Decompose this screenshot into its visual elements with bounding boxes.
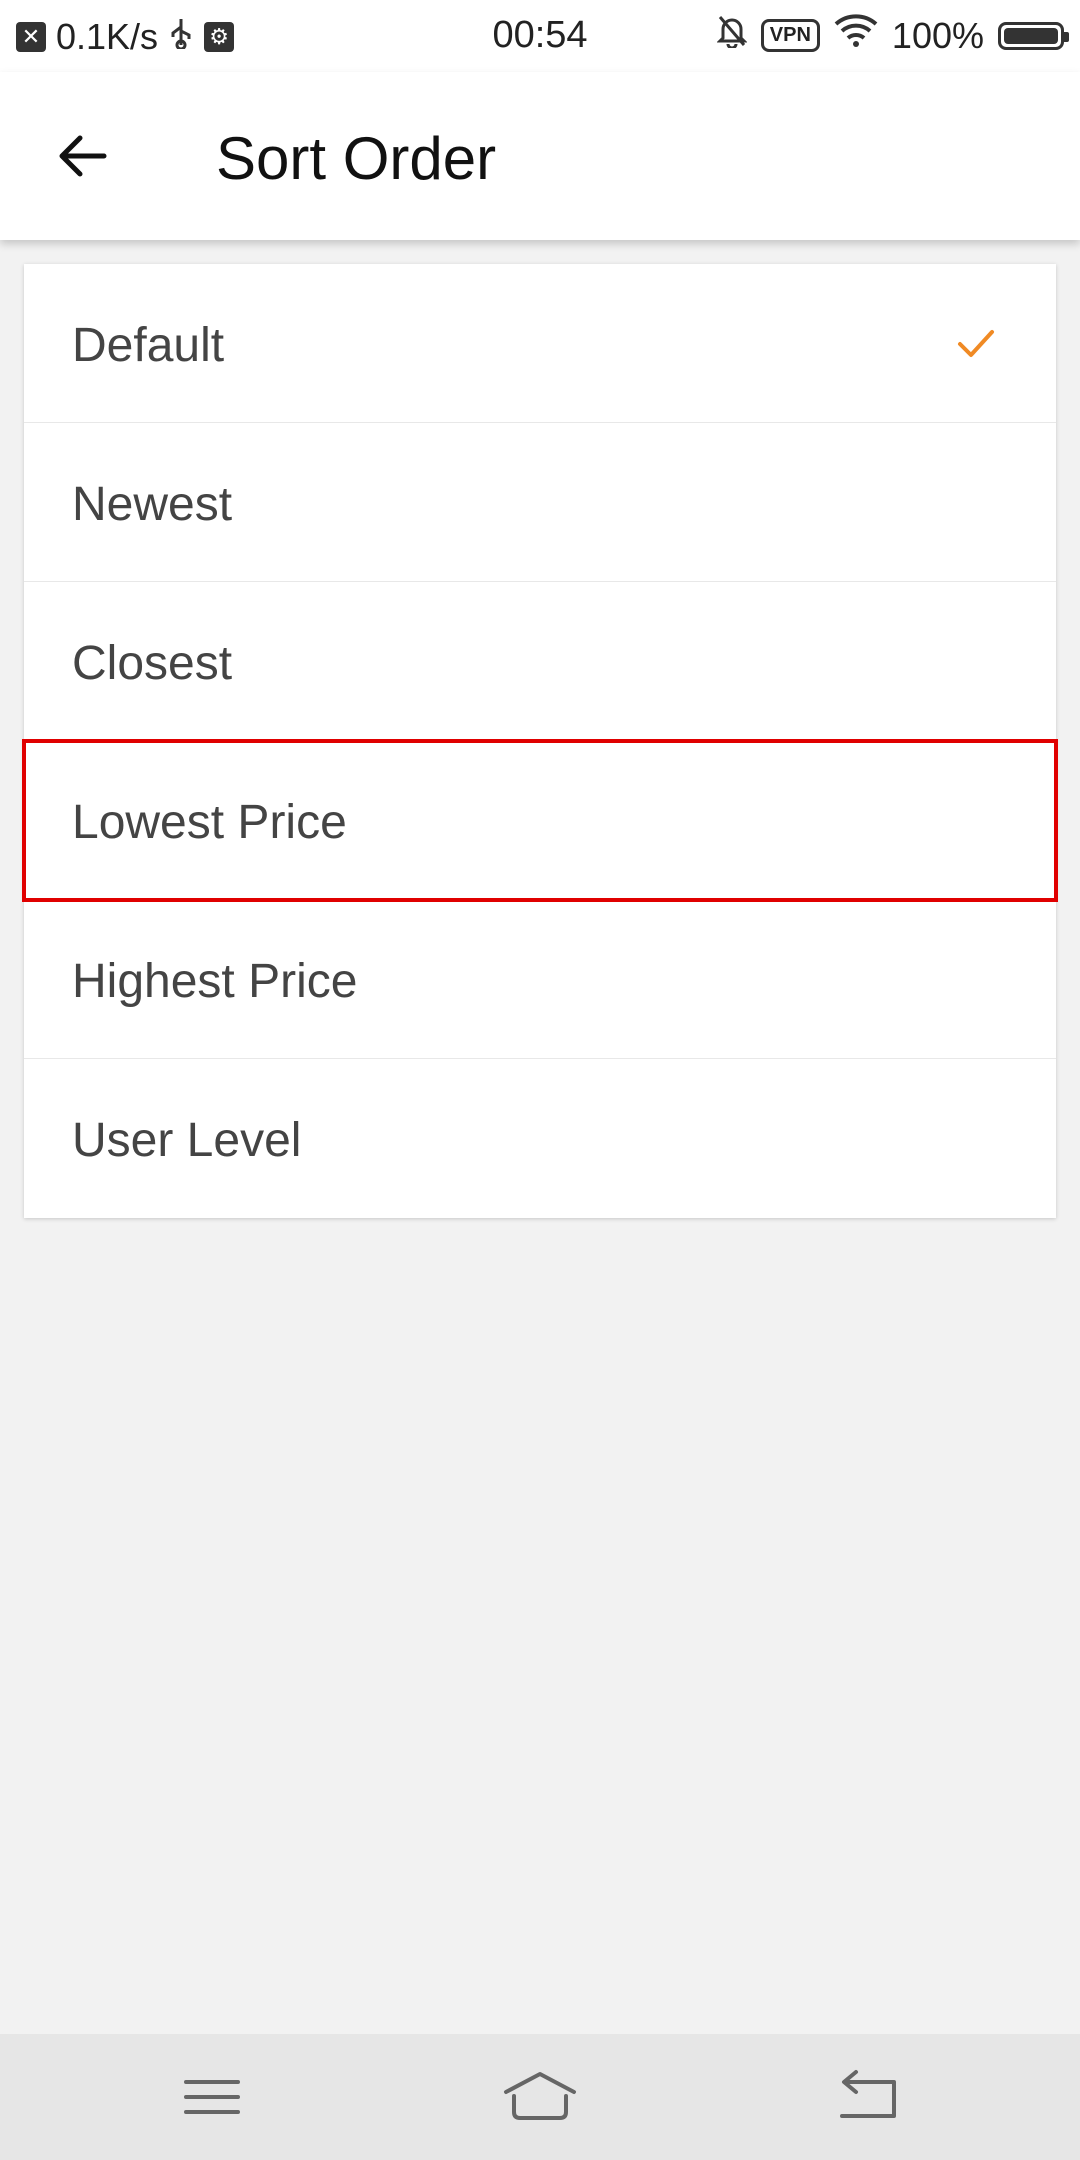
battery-percent: 100% (891, 14, 984, 56)
sort-option-label: Newest (72, 478, 233, 531)
vpn-badge: VPN (760, 19, 820, 52)
sort-option-user-level[interactable]: User Level (24, 1059, 1056, 1218)
wifi-icon (834, 14, 878, 57)
arrow-left-icon (59, 135, 107, 177)
status-bar: ✕ 0.1K/s ⚙ 00:54 VPN 100% (0, 0, 1080, 72)
nav-back-button[interactable] (828, 2064, 908, 2130)
back-button[interactable] (40, 114, 124, 198)
bell-off-icon (716, 14, 748, 57)
system-nav-bar (0, 2034, 1080, 2160)
sort-options-list: Default Newest Closest Lowest Price High… (22, 264, 1058, 1218)
sort-option-label: Closest (72, 637, 233, 690)
sort-option-default[interactable]: Default (24, 264, 1056, 423)
checkmark-icon (958, 330, 994, 357)
back-icon (840, 2070, 896, 2118)
sort-option-label: Highest Price (72, 955, 358, 1008)
nav-menu-button[interactable] (172, 2064, 252, 2130)
nav-home-button[interactable] (500, 2064, 580, 2130)
menu-icon (184, 2080, 240, 2114)
home-icon (504, 2072, 576, 2120)
sort-option-label: Default (72, 319, 225, 372)
sort-option-lowest-price[interactable]: Lowest Price (22, 739, 1058, 902)
battery-fill (1004, 27, 1058, 44)
sort-option-label: User Level (72, 1114, 302, 1167)
sort-option-closest[interactable]: Closest (24, 582, 1056, 741)
page-title: Sort Order (216, 125, 497, 192)
battery-icon (998, 21, 1069, 50)
sort-option-highest-price[interactable]: Highest Price (24, 900, 1056, 1059)
app-bar: Sort Order (0, 72, 1080, 240)
status-right: VPN 100% (716, 14, 1069, 57)
sort-option-label: Lowest Price (72, 796, 347, 849)
sort-option-newest[interactable]: Newest (24, 423, 1056, 582)
